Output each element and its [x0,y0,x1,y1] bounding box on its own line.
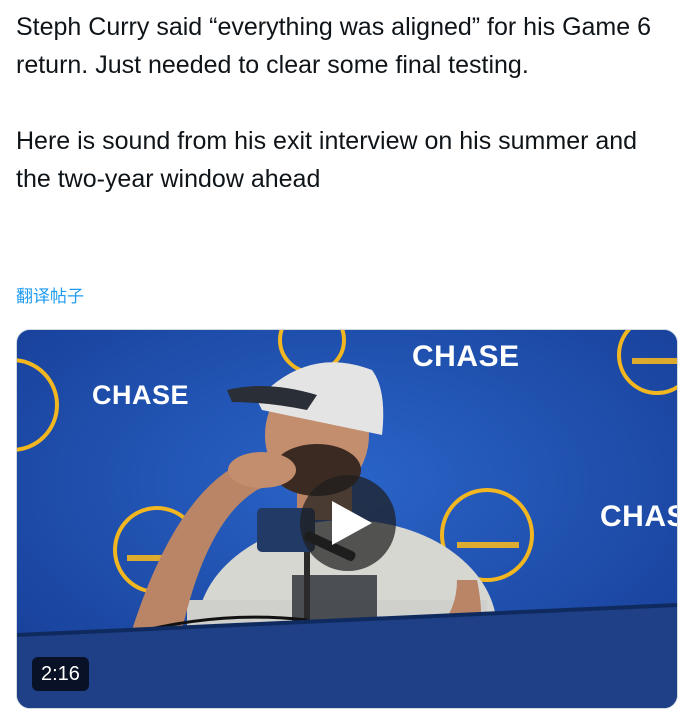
video-player[interactable]: CHASE CHASE CHASE 2:16 [16,329,678,709]
chase-sponsor-text: CHASE [92,380,190,410]
tweet-text: Steph Curry said “everything was aligned… [16,8,666,198]
video-duration-badge: 2:16 [32,657,89,691]
play-button[interactable] [300,475,396,571]
chase-sponsor-text: CHASE [600,500,677,533]
play-icon [332,501,372,545]
chase-sponsor-text: CHASE [412,340,520,373]
tweet-paragraph-2: Here is sound from his exit interview on… [16,127,638,193]
tweet-paragraph-1: Steph Curry said “everything was aligned… [16,13,652,79]
translate-post-link[interactable]: 翻译帖子 [16,285,84,309]
